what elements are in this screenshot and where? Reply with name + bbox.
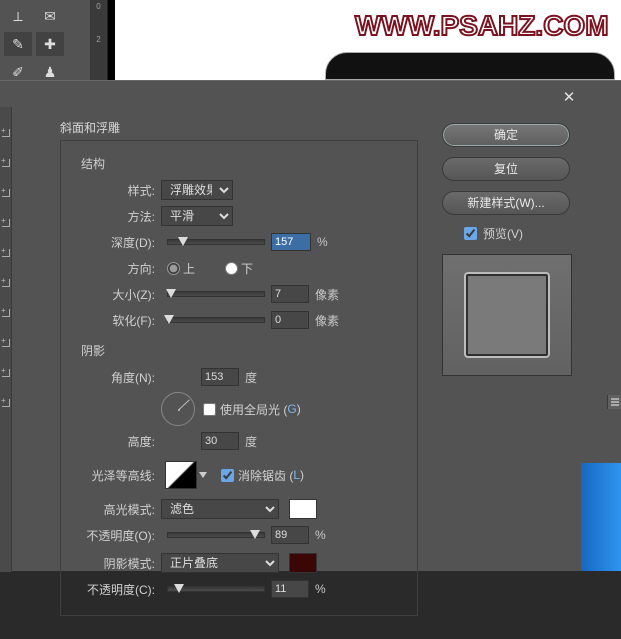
list-item[interactable] [2,339,10,347]
ruler-tick: 2 [90,35,107,44]
close-icon[interactable]: ✕ [561,89,577,105]
altitude-label: 高度: [69,433,161,450]
shadow-color-swatch[interactable] [289,553,317,573]
shadow-opacity-input[interactable] [271,580,309,598]
document-background: ⟂ ✉ ✎ ✚ ✐ ♟ 0 2 WWW.PSAHZ.COM [0,0,621,80]
bevel-emboss-panel: 斜面和浮雕 结构 样式: 浮雕效果 方法: 平滑 深度(D): % [60,119,430,639]
style-label: 样式: [69,182,161,199]
list-item[interactable] [2,129,10,137]
list-item[interactable] [2,369,10,377]
unit-deg: 度 [245,433,257,450]
unit-px: 像素 [315,286,339,303]
envelope-icon[interactable]: ✉ [36,4,64,28]
gloss-contour-picker[interactable] [165,461,197,489]
list-item[interactable] [2,309,10,317]
shadow-mode-select[interactable]: 正片叠底 [161,553,279,573]
list-item[interactable] [2,399,10,407]
technique-select[interactable]: 平滑 [161,206,233,226]
soften-label: 软化(F): [69,312,161,329]
soften-slider[interactable] [167,317,265,323]
highlight-opacity-input[interactable] [271,526,309,544]
dialog-actions: 确定 复位 新建样式(W)... 预览(V) [442,123,618,376]
layer-style-dialog: ✕ 斜面和浮雕 结构 样式: 浮雕效果 方法: 平滑 [0,80,621,571]
preview-thumbnail [442,254,572,376]
global-light-checkbox[interactable]: 使用全局光 (G) [203,401,301,418]
list-item[interactable] [2,249,10,257]
soften-input[interactable] [271,311,309,329]
direction-label: 方向: [69,260,161,277]
list-item[interactable] [2,189,10,197]
ok-button[interactable]: 确定 [442,123,570,147]
size-label: 大小(Z): [69,286,161,303]
style-select[interactable]: 浮雕效果 [161,180,233,200]
depth-input[interactable] [271,233,311,251]
unit-px: 像素 [315,312,339,329]
depth-slider[interactable] [167,239,265,245]
altitude-input[interactable] [201,432,239,450]
list-item[interactable] [2,219,10,227]
panel-menu-icon[interactable] [607,395,621,409]
depth-label: 深度(D): [69,234,161,251]
crop-icon[interactable]: ⟂ [4,4,32,28]
preview-swatch [464,272,550,358]
unit-deg: 度 [245,369,257,386]
direction-up[interactable]: 上 [167,260,195,277]
highlight-opacity-slider[interactable] [167,532,265,538]
canvas: WWW.PSAHZ.COM [115,0,621,80]
ruler-tick: 0 [90,2,107,11]
highlight-mode-label: 高光模式: [69,501,161,518]
ruler-vertical: 0 2 [90,0,108,80]
unit-percent: % [315,582,326,596]
unit-percent: % [317,235,328,249]
new-style-button[interactable]: 新建样式(W)... [442,191,570,215]
shadow-opacity-slider[interactable] [167,586,265,592]
watermark-text: WWW.PSAHZ.COM [355,10,609,42]
panel-title: 斜面和浮雕 [60,119,430,136]
artwork-shape [325,52,615,80]
angle-input[interactable] [201,368,239,386]
size-slider[interactable] [167,291,265,297]
chevron-down-icon[interactable] [199,472,207,478]
style-list-strip [0,107,12,572]
direction-down[interactable]: 下 [225,260,253,277]
highlight-opacity-label: 不透明度(O): [69,527,161,544]
highlight-mode-select[interactable]: 滤色 [161,499,279,519]
antialias-checkbox[interactable]: 消除锯齿 (L) [221,467,304,484]
shadow-opacity-label: 不透明度(C): [69,581,161,598]
list-item[interactable] [2,279,10,287]
angle-dial[interactable] [161,392,195,426]
shading-title: 阴影 [81,342,409,359]
list-item[interactable] [2,159,10,167]
background-panel [581,463,621,571]
shadow-mode-label: 阴影模式: [69,555,161,572]
toolbar: ⟂ ✉ ✎ ✚ ✐ ♟ [0,0,90,80]
technique-label: 方法: [69,208,161,225]
structure-title: 结构 [81,155,409,172]
preview-label: 预览(V) [483,225,523,242]
unit-percent: % [315,528,326,542]
gloss-contour-label: 光泽等高线: [69,467,161,484]
structure-group: 结构 样式: 浮雕效果 方法: 平滑 深度(D): % 方向: [60,140,418,616]
eyedropper-icon[interactable]: ✎ [4,32,32,56]
angle-label: 角度(N): [69,369,161,386]
reset-button[interactable]: 复位 [442,157,570,181]
size-input[interactable] [271,285,309,303]
bandage-icon[interactable]: ✚ [36,32,64,56]
highlight-color-swatch[interactable] [289,499,317,519]
preview-checkbox[interactable]: 预览(V) [464,225,618,242]
